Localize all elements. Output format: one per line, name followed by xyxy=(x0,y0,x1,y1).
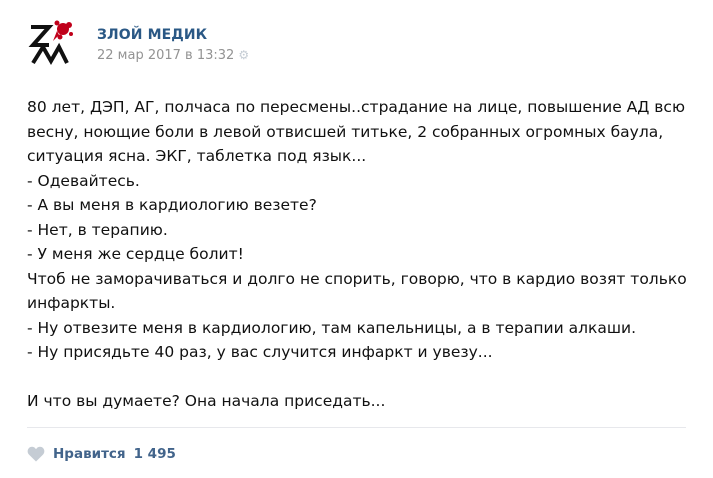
text-line: Чтоб не заморачиваться и долго не спорит… xyxy=(27,269,687,288)
heart-icon xyxy=(27,446,45,462)
post-card: ЗЛОЙ МЕДИК 22 мар 2017 в 13:32 ⚙ 80 лет, … xyxy=(0,0,713,478)
text-line: весну, ноющие боли в левой отвисшей тить… xyxy=(27,122,664,141)
post-text: 80 лет, ДЭП, АГ, полчаса по пересмены..с… xyxy=(27,95,697,414)
avatar[interactable] xyxy=(27,17,77,67)
divider xyxy=(27,427,686,428)
text-line: - Одевайтесь. xyxy=(27,171,140,190)
like-count: 1 495 xyxy=(133,446,176,462)
like-button[interactable]: Нравится 1 495 xyxy=(27,443,176,465)
post-date[interactable]: 22 мар 2017 в 13:32 xyxy=(97,48,234,63)
post-date-row: 22 мар 2017 в 13:32 ⚙ xyxy=(97,48,249,63)
gear-icon[interactable]: ⚙ xyxy=(238,48,249,62)
text-line: - Ну отвезите меня в кардиологию, там ка… xyxy=(27,318,637,337)
text-line-final: И что вы думаете? Она начала приседать..… xyxy=(27,392,386,410)
zm-logo-icon xyxy=(28,20,73,66)
text-line: инфаркты. xyxy=(27,294,116,312)
text-line: - А вы меня в кардиологию везете? xyxy=(27,196,317,214)
text-line: ситуация ясна. ЭКГ, таблетка под язык... xyxy=(27,147,367,165)
text-line: - Нет, в терапию. xyxy=(27,220,168,239)
like-label: Нравится xyxy=(53,446,126,462)
text-line: - Ну присядьте 40 раз, у вас случится ин… xyxy=(27,343,493,361)
text-line: 80 лет, ДЭП, АГ, полчаса по пересмены..с… xyxy=(27,98,686,116)
author-name[interactable]: ЗЛОЙ МЕДИК xyxy=(97,27,207,43)
text-line: - У меня же сердце болит! xyxy=(27,245,244,263)
